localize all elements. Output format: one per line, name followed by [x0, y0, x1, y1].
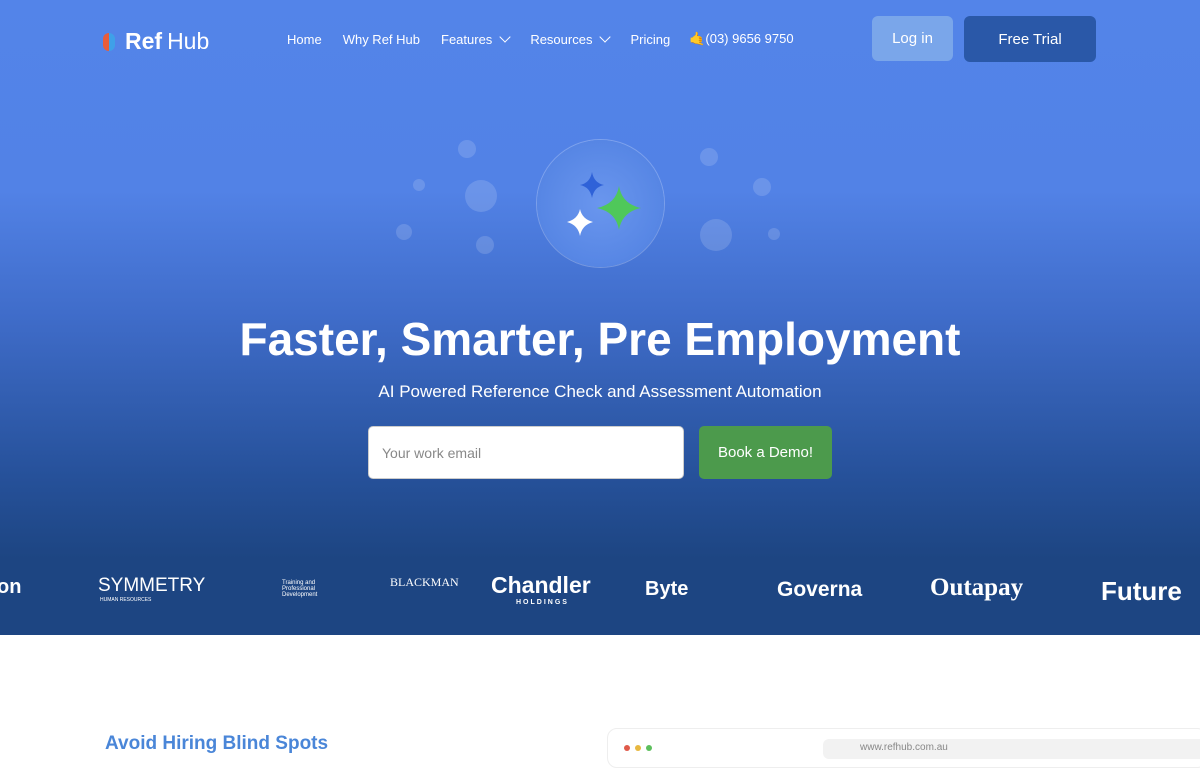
- nav-features-label: Features: [441, 31, 493, 47]
- logo-bold: Ref: [125, 28, 163, 54]
- browser-mockup: www.refhub.com.au: [607, 728, 1200, 768]
- client-logo: on: [0, 576, 22, 598]
- logo-text: SYMMETRY: [98, 575, 206, 596]
- client-logo-outapay: Outapay: [930, 574, 1024, 601]
- nav-resources[interactable]: Resources: [530, 31, 612, 47]
- client-logo-chandler: Chandler HOLDINGS: [491, 572, 591, 606]
- logo-sub: HUMAN RESOURCES: [100, 597, 152, 603]
- chevron-down-icon: [499, 31, 511, 43]
- window-dot: [646, 745, 652, 751]
- logo-mark-icon: [103, 32, 115, 51]
- bubble: [396, 224, 412, 240]
- nav-features[interactable]: Features: [441, 31, 511, 47]
- book-demo-button[interactable]: Book a Demo!: [699, 426, 832, 479]
- hero-subtitle: AI Powered Reference Check and Assessmen…: [378, 382, 822, 401]
- client-logo-byte: Byte: [645, 578, 689, 600]
- bubble: [700, 148, 718, 166]
- free-trial-button[interactable]: Free Trial: [964, 16, 1096, 62]
- bubble: [413, 179, 425, 191]
- nav-resources-label: Resources: [530, 31, 593, 47]
- sparkles-icon: [567, 172, 641, 236]
- logo-text: Chandler: [491, 572, 591, 598]
- nav-home[interactable]: Home: [287, 31, 322, 47]
- bubble: [700, 219, 732, 251]
- client-logo-blackman: BLACKMAN: [390, 575, 459, 589]
- url-bar: www.refhub.com.au: [823, 739, 1200, 759]
- nav-pricing[interactable]: Pricing: [630, 31, 670, 47]
- chevron-down-icon: [599, 31, 612, 43]
- client-logo-symmetry: SYMMETRY HUMAN RESOURCES: [70, 575, 206, 603]
- bubble: [476, 236, 494, 254]
- client-logo-training: Training and Professional Development: [282, 580, 318, 598]
- hero-title: Faster, Smarter, Pre Employment: [239, 313, 961, 365]
- client-logos-strip: on SYMMETRY HUMAN RESOURCES Training and …: [0, 570, 1200, 610]
- login-button[interactable]: Log in: [872, 16, 953, 61]
- nav-phone[interactable]: 🤙(03) 9656 9750: [689, 31, 793, 47]
- logo-sub: HOLDINGS: [516, 599, 569, 606]
- navbar: Ref Hub Home Why Ref Hub Features Resourc…: [0, 16, 1200, 62]
- bubble: [753, 178, 771, 196]
- bubble: [465, 180, 497, 212]
- bubble: [458, 140, 476, 158]
- bubble: [768, 228, 780, 240]
- window-dot: [635, 745, 641, 751]
- sparkles-orb: [537, 140, 664, 267]
- window-dot: [624, 745, 630, 751]
- work-email-input[interactable]: [368, 426, 684, 479]
- logo[interactable]: Ref Hub: [103, 28, 209, 55]
- section-title: Avoid Hiring Blind Spots: [105, 733, 329, 754]
- client-logo-future: Future: [1101, 576, 1182, 606]
- hero-section: Ref Hub Home Why Ref Hub Features Resourc…: [0, 0, 1200, 635]
- nav-why[interactable]: Why Ref Hub: [343, 31, 420, 47]
- client-logo-governa: Governa: [777, 578, 863, 601]
- logo-light: Hub: [167, 28, 210, 54]
